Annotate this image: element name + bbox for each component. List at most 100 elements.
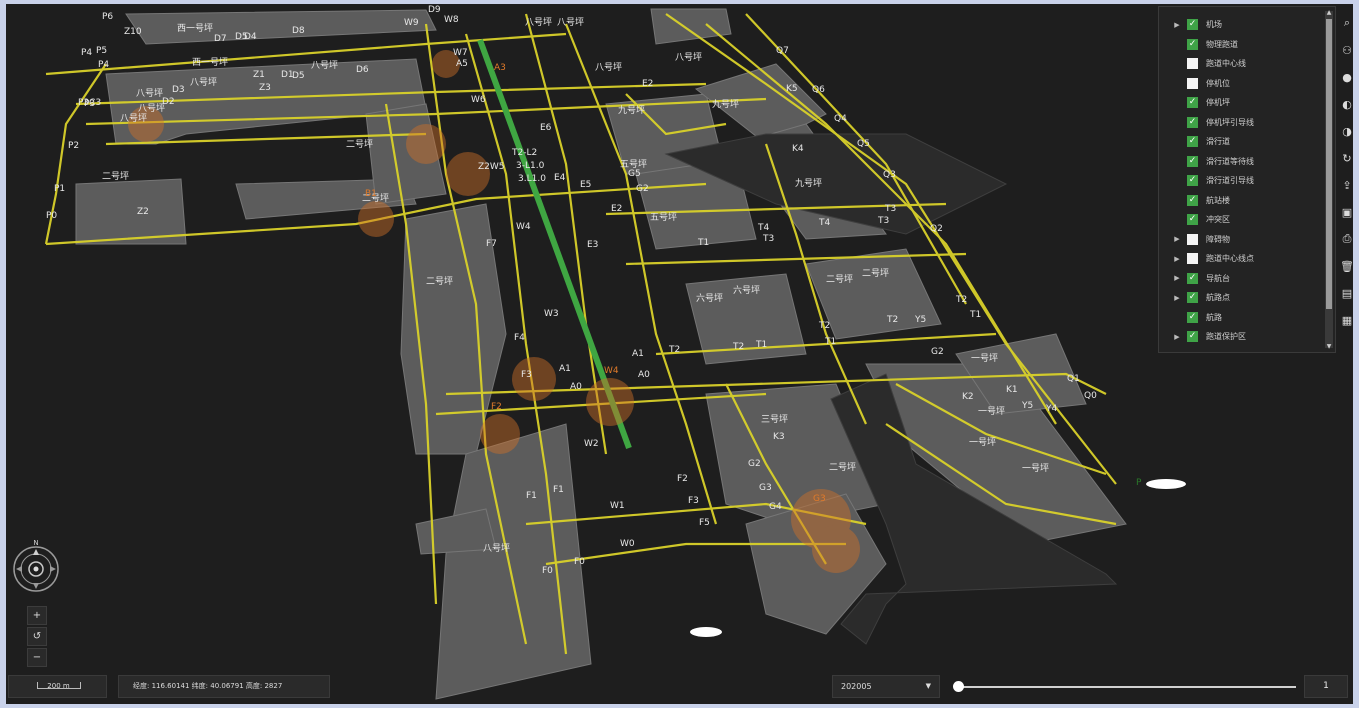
layer-checkbox[interactable] [1187,38,1198,50]
slider-thumb[interactable] [953,681,964,692]
map-label: A0 [638,370,650,380]
image-icon[interactable]: ▣ [1340,201,1353,223]
zoom-in-button[interactable]: + [27,606,47,625]
map-label: 八号坪 [557,18,585,28]
layer-label: 导航台 [1206,273,1230,283]
layer-item[interactable]: 冲突区 [1159,210,1324,230]
export-icon[interactable]: ▦ [1340,309,1353,331]
layer-checkbox[interactable] [1187,311,1198,323]
trash-icon[interactable]: 🗑 [1340,255,1353,277]
layer-checkbox[interactable] [1187,214,1198,226]
date-select[interactable]: 202005 ▼ [832,675,940,698]
layer-checkbox[interactable] [1187,58,1198,70]
map-label: T2 [733,342,745,352]
map-label: G2 [636,184,649,194]
map-label: Q2 [930,224,943,234]
map-label: Q0 [1084,391,1097,401]
layer-checkbox[interactable] [1187,136,1198,148]
expand-arrow-icon[interactable]: ▶ [1171,294,1183,302]
map-label: Y4 [1046,404,1058,414]
map-label: D7 [214,34,227,44]
layer-checkbox[interactable] [1187,272,1198,284]
map-label: K1 [1006,385,1018,395]
map-label: E2 [642,79,654,89]
layer-item[interactable]: 跑道中心线 [1159,54,1324,74]
layer-item[interactable]: ▶ 导航台 [1159,269,1324,289]
layer-item[interactable]: 停机位 [1159,74,1324,94]
layer-item[interactable]: ▶ 跑道中心线点 [1159,249,1324,269]
print-icon[interactable]: ⎙ [1340,228,1353,250]
layer-item[interactable]: 滑行道 [1159,132,1324,152]
globe-icon[interactable]: ◐ [1340,93,1353,115]
layer-item[interactable]: ▶ 障碍物 [1159,230,1324,250]
map-label: 二号坪 [826,275,854,285]
layer-item[interactable]: ▶ 航路点 [1159,288,1324,308]
circle-dot-icon[interactable]: ● [1340,66,1353,88]
layer-checkbox[interactable] [1187,331,1198,343]
globe-alt-icon[interactable]: ◑ [1340,120,1353,142]
layer-item[interactable]: 滑行道等待线 [1159,152,1324,172]
layer-checkbox[interactable] [1187,253,1198,265]
map-label: D9 [428,5,441,15]
map-label: 九号坪 [618,106,646,116]
expand-arrow-icon[interactable]: ▶ [1171,235,1183,243]
map-label: T2-L2 [512,148,538,158]
layer-item[interactable]: ▶ 跑道保护区 [1159,327,1324,347]
expand-arrow-icon[interactable]: ▶ [1171,255,1183,263]
map-label: W7 [453,48,468,58]
map-toolbar: ⌕ ⚇ ● ◐ ◑ ↻ ⇪ ▣ ⎙ 🗑 ▤ ▦ [1340,12,1353,336]
scroll-thumb[interactable] [1326,19,1332,309]
layer-scrollbar[interactable]: ▲ ▼ [1325,9,1333,350]
layer-item[interactable]: ▶ 机场 [1159,15,1324,35]
map-label: F3 [688,496,699,506]
scroll-up-icon[interactable]: ▲ [1325,9,1333,16]
layer-checkbox[interactable] [1187,175,1198,187]
map-label: G2 [931,347,944,357]
layer-label: 滑行道引导线 [1206,176,1254,186]
save-icon[interactable]: ▤ [1340,282,1353,304]
map-label: 八号坪 [595,63,623,73]
layer-checkbox[interactable] [1187,97,1198,109]
layer-item[interactable]: 停机坪引导线 [1159,113,1324,133]
layer-item[interactable]: 航路 [1159,308,1324,328]
layer-checkbox[interactable] [1187,19,1198,31]
map-label: Q3 [883,170,896,180]
conflict-label: F2 [491,402,502,412]
share-icon[interactable]: ⇪ [1340,174,1353,196]
map-label: 一号坪 [971,354,999,364]
map-label: T1 [825,337,837,347]
refresh-icon[interactable]: ↻ [1340,147,1353,169]
scroll-down-icon[interactable]: ▼ [1325,343,1333,350]
map-label: F0 [542,566,553,576]
map-label: 五号坪 [650,213,678,223]
layer-item[interactable]: 物理跑道 [1159,35,1324,55]
map-label: P2 [68,141,80,151]
layer-checkbox[interactable] [1187,77,1198,89]
layer-checkbox[interactable] [1187,155,1198,167]
compass-icon[interactable]: N [12,537,60,595]
layer-checkbox[interactable] [1187,116,1198,128]
expand-arrow-icon[interactable]: ▶ [1171,21,1183,29]
map-label: 三号坪 [761,415,789,425]
map-label: F7 [486,239,497,249]
map-label: D3 [172,85,185,95]
reset-view-button[interactable]: ↺ [27,627,47,646]
layer-item[interactable]: 滑行道引导线 [1159,171,1324,191]
expand-arrow-icon[interactable]: ▶ [1171,274,1183,282]
layers-icon[interactable]: ⚇ [1340,39,1353,61]
layer-checkbox[interactable] [1187,194,1198,206]
map-label: E3 [587,240,599,250]
layer-item[interactable]: 航站楼 [1159,191,1324,211]
search-icon[interactable]: ⌕ [1340,12,1353,34]
expand-arrow-icon[interactable]: ▶ [1171,333,1183,341]
layer-label: 障碍物 [1206,234,1230,244]
frame-input[interactable]: 1 [1304,675,1348,698]
map-label: 一号坪 [1022,464,1050,474]
zoom-out-button[interactable]: − [27,648,47,667]
map-label: D5 [235,32,248,42]
layer-checkbox[interactable] [1187,292,1198,304]
playback-slider[interactable] [951,675,1300,698]
map-label: 二号坪 [426,277,454,287]
layer-item[interactable]: 停机坪 [1159,93,1324,113]
layer-checkbox[interactable] [1187,233,1198,245]
